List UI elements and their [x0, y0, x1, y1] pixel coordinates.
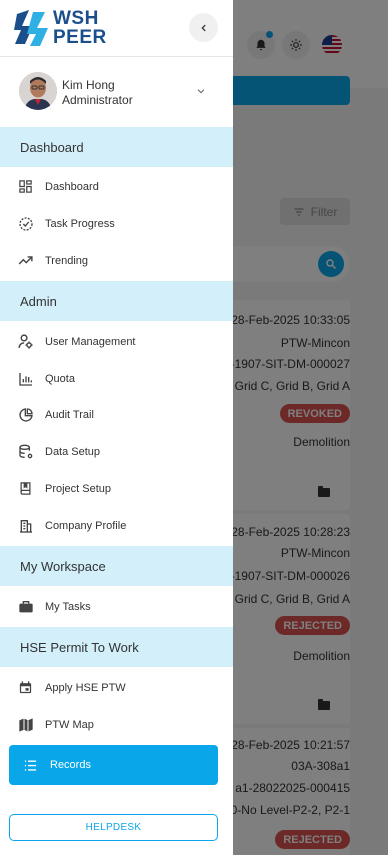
- section-dashboard: Dashboard: [0, 127, 233, 167]
- nav-item-quota[interactable]: Quota: [0, 360, 233, 397]
- pie-chart-icon: [17, 406, 34, 423]
- nav-item-label: Trending: [45, 254, 89, 267]
- nav-item-label: Apply HSE PTW: [45, 681, 126, 694]
- brand-line-2: PEER: [53, 27, 107, 48]
- nav-item-label: PTW Map: [45, 718, 94, 731]
- database-settings-icon: [17, 443, 34, 460]
- section-my-workspace: My Workspace: [0, 546, 233, 586]
- nav-item-user-management[interactable]: User Management: [0, 323, 233, 360]
- helpdesk-button[interactable]: HELPDESK: [9, 814, 218, 841]
- nav-item-trending[interactable]: Trending: [0, 242, 233, 279]
- chevron-left-icon: [199, 23, 209, 33]
- dashboard-grid-icon: [17, 178, 34, 195]
- nav-item-dashboard[interactable]: Dashboard: [0, 168, 233, 205]
- nav-item-label: Task Progress: [45, 217, 115, 230]
- map-icon: [17, 716, 34, 733]
- trending-up-icon: [17, 252, 34, 269]
- nav-item-company-profile[interactable]: Company Profile: [0, 507, 233, 544]
- nav-item-label: User Management: [45, 335, 136, 348]
- user-role: Administrator: [62, 93, 133, 107]
- brand-logo[interactable]: WSH PEER: [13, 8, 106, 48]
- navigation-drawer: WSH PEER Kim Hong Administrator Dashboar: [0, 0, 233, 855]
- nav-item-label: My Tasks: [45, 600, 91, 613]
- section-admin: Admin: [0, 281, 233, 321]
- nav-item-label: Audit Trail: [45, 408, 94, 421]
- building-icon: [17, 517, 34, 534]
- user-profile-menu[interactable]: Kim Hong Administrator: [0, 57, 233, 127]
- task-progress-icon: [17, 215, 34, 232]
- nav-item-label: Data Setup: [45, 445, 101, 458]
- user-name: Kim Hong: [62, 78, 115, 92]
- book-icon: [17, 480, 34, 497]
- collapse-drawer-button[interactable]: [189, 13, 218, 42]
- user-settings-icon: [17, 333, 34, 350]
- nav-item-records[interactable]: Records: [9, 745, 218, 785]
- nav-item-label: Dashboard: [45, 180, 99, 193]
- chevron-down-icon: [196, 86, 206, 96]
- nav-item-label: Company Profile: [45, 519, 127, 532]
- nav-item-my-tasks[interactable]: My Tasks: [0, 588, 233, 625]
- nav-item-ptw-map[interactable]: PTW Map: [0, 706, 233, 743]
- brand-line-1: WSH: [53, 8, 99, 29]
- section-hse-permit-to-work: HSE Permit To Work: [0, 627, 233, 667]
- list-icon: [22, 757, 38, 773]
- nav-item-project-setup[interactable]: Project Setup: [0, 470, 233, 507]
- calendar-icon: [17, 679, 34, 696]
- bar-chart-icon: [17, 370, 34, 387]
- nav-item-label: Quota: [45, 372, 75, 385]
- nav-item-audit-trail[interactable]: Audit Trail: [0, 396, 233, 433]
- nav-item-data-setup[interactable]: Data Setup: [0, 433, 233, 470]
- nav-item-task-progress[interactable]: Task Progress: [0, 205, 233, 242]
- nav-item-label: Project Setup: [45, 482, 112, 495]
- nav-item-apply-hse-ptw[interactable]: Apply HSE PTW: [0, 669, 233, 706]
- nav-item-label: Records: [50, 759, 91, 771]
- briefcase-icon: [17, 598, 34, 615]
- avatar: [19, 72, 57, 110]
- logo-mark-icon: [13, 8, 51, 48]
